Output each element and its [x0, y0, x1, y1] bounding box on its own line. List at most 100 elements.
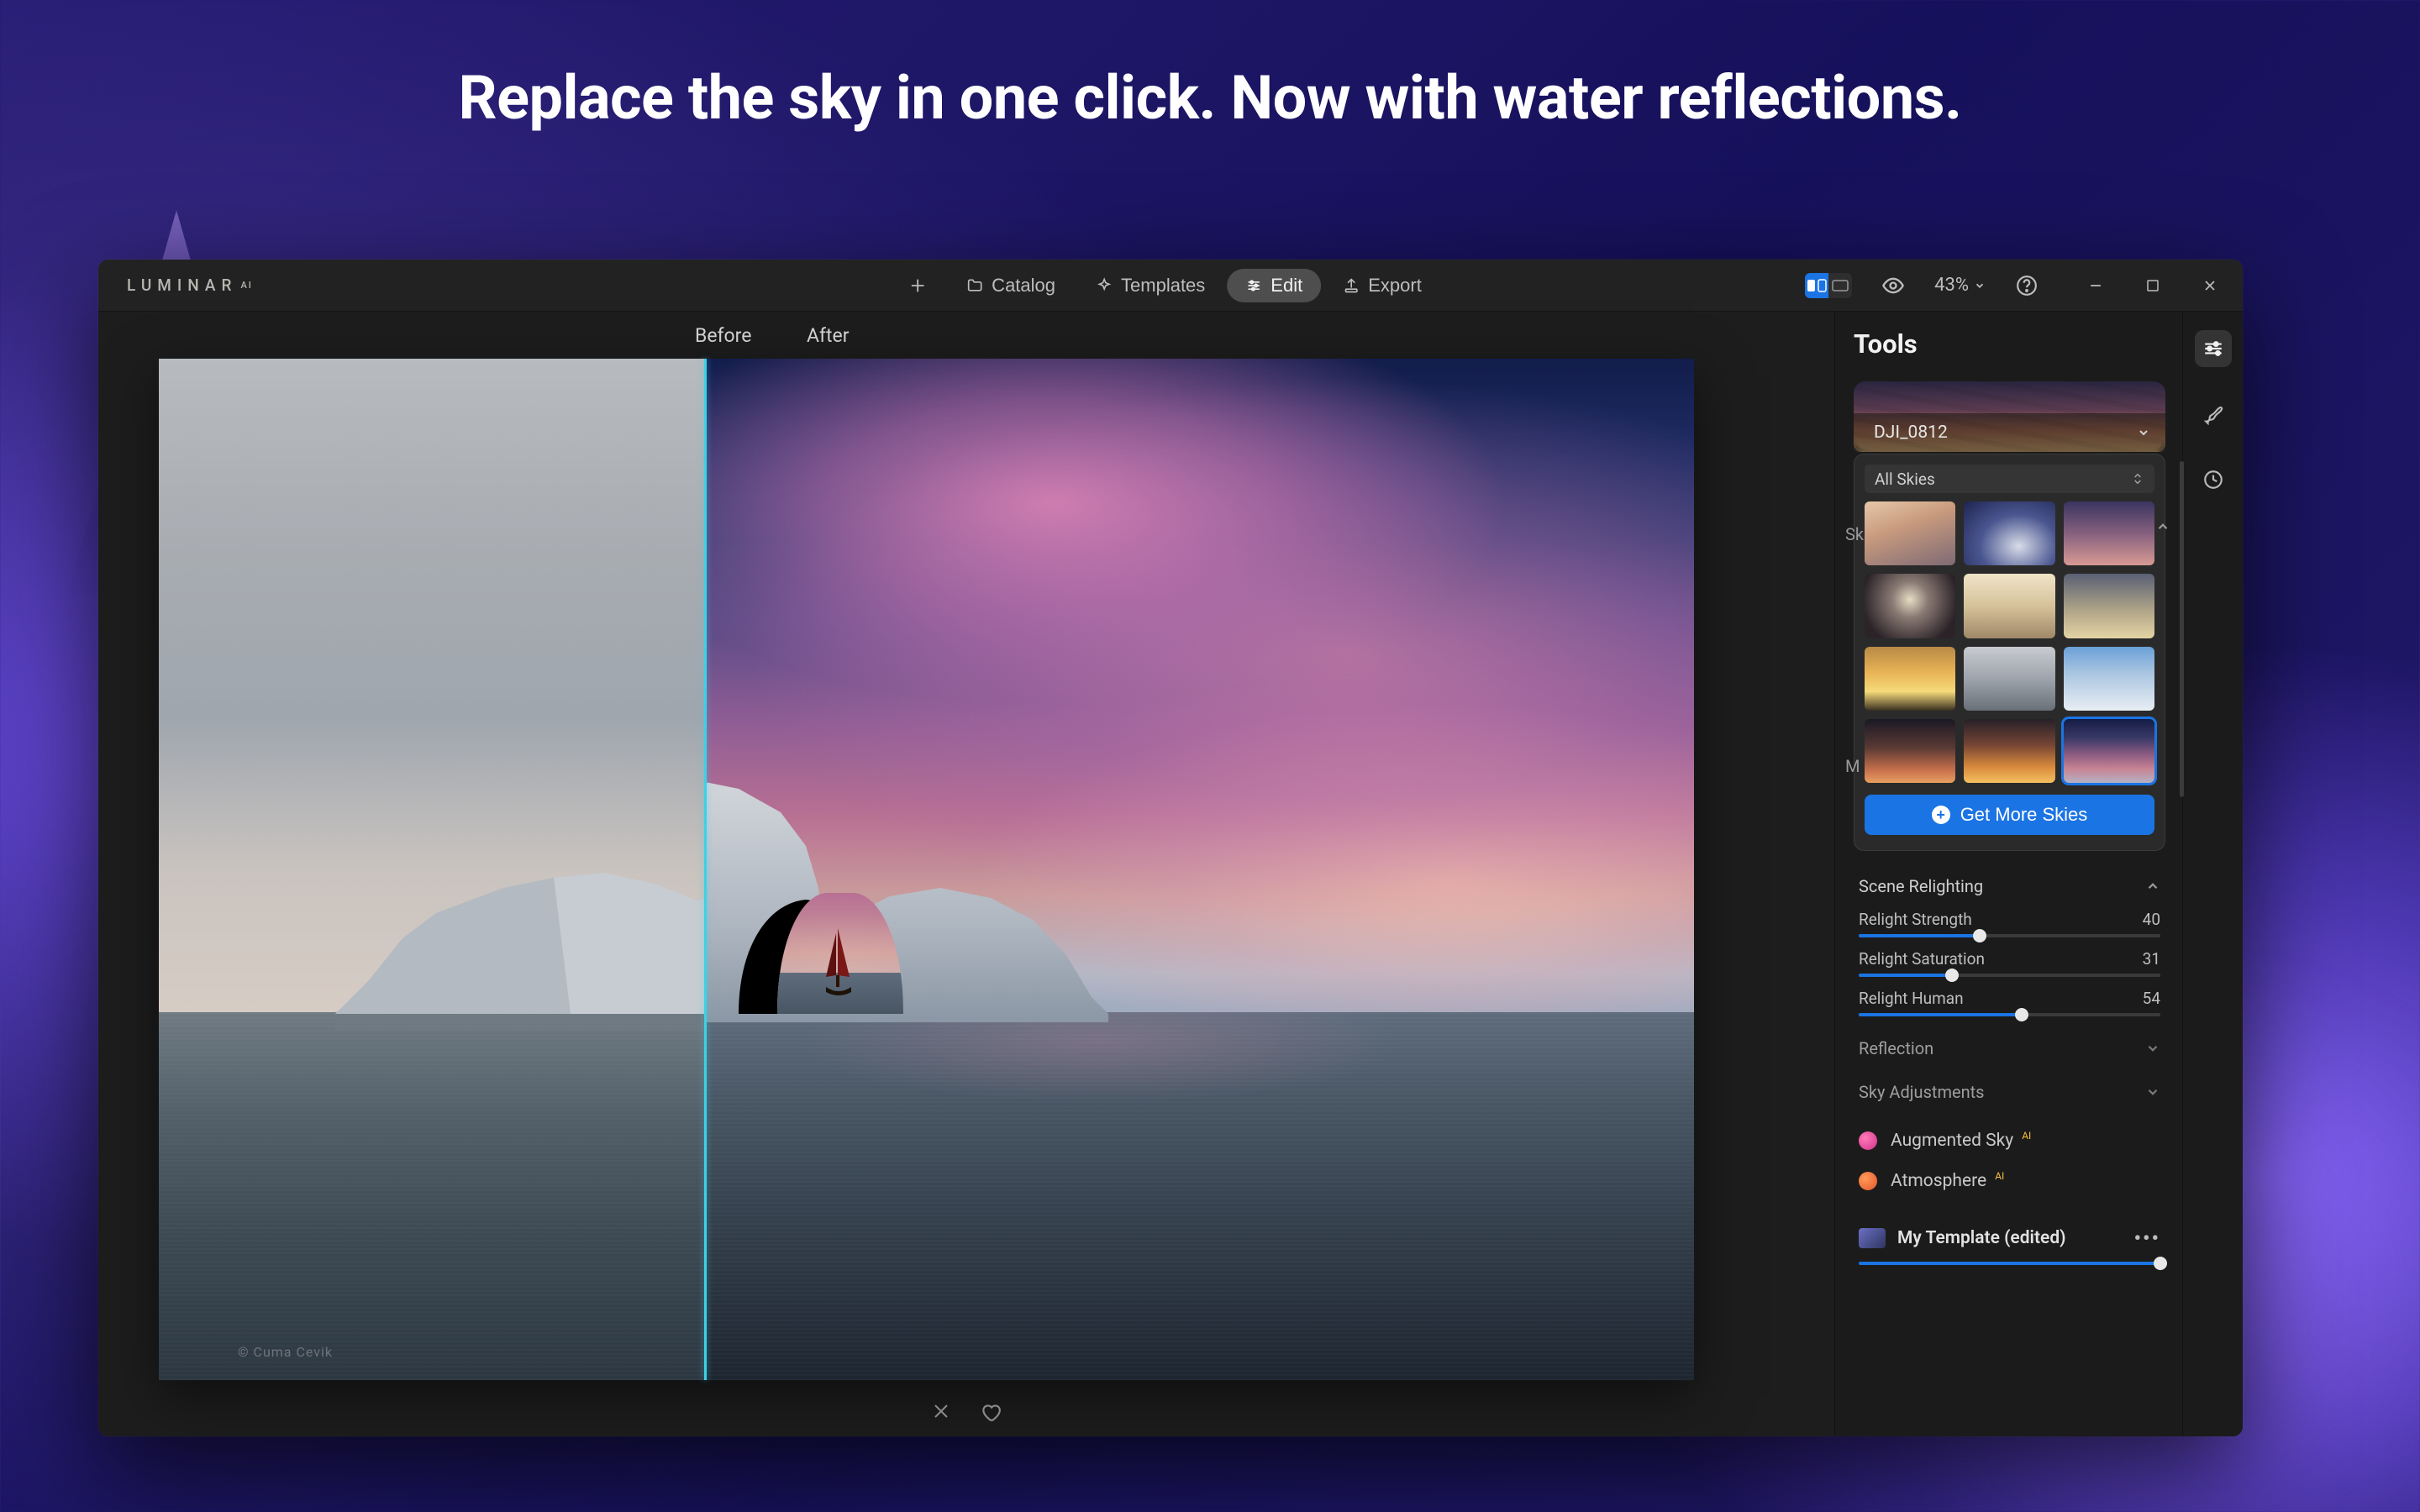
brand-suffix: AI — [241, 280, 253, 291]
close-button[interactable] — [2197, 273, 2223, 298]
sky-thumb-8[interactable] — [1964, 647, 2054, 711]
nav-export[interactable]: Export — [1324, 269, 1440, 302]
main-area: Before After — [98, 312, 2243, 1436]
ai-badge: AI — [1995, 1170, 2004, 1182]
sky-thumb-9[interactable] — [2064, 647, 2154, 711]
tool-atmosphere[interactable]: Atmosphere AI — [1854, 1161, 2165, 1201]
eye-icon — [1881, 274, 1905, 297]
rail-history[interactable] — [2195, 461, 2232, 498]
rail-local-masking[interactable] — [2195, 396, 2232, 433]
minimize-icon — [2087, 277, 2104, 294]
section-reflection[interactable]: Reflection — [1854, 1025, 2165, 1068]
right-icon-rail — [2182, 312, 2243, 1436]
section-sky-adjustments[interactable]: Sky Adjustments — [1854, 1068, 2165, 1112]
slider-thumb[interactable] — [1973, 929, 1986, 942]
tool-augmented-sky[interactable]: Augmented Sky AI — [1854, 1121, 2165, 1161]
nav-edit-label: Edit — [1270, 275, 1302, 297]
slider-relight-human-label: Relight Human — [1859, 989, 1964, 1008]
app-window: LUMINAR AI Catalog Templates Edit Export — [98, 260, 2243, 1436]
right-panel: Tools Sk M DJI_0812 — [1834, 312, 2243, 1436]
sky-category-label: All Skies — [1875, 470, 1935, 489]
watermark: © Cuma Cevik — [238, 1344, 333, 1360]
template-name: My Template (edited) — [1897, 1228, 2066, 1248]
minimize-button[interactable] — [2083, 273, 2108, 298]
sky-picker-popover: All Skies — [1854, 454, 2165, 851]
sky-thumb-7[interactable] — [1865, 647, 1955, 711]
get-more-label: Get More Skies — [1960, 804, 2088, 826]
titlebar-right: 43% — [1805, 273, 2223, 298]
split-handle[interactable] — [704, 359, 707, 1380]
before-label: Before — [695, 324, 751, 347]
canvas-bottom-icons — [931, 1401, 1002, 1428]
folder-icon — [966, 277, 983, 294]
sky-thumb-5[interactable] — [1964, 574, 2054, 638]
nav-templates-label: Templates — [1121, 275, 1205, 297]
chevron-down-icon — [2145, 1041, 2160, 1056]
nav-catalog[interactable]: Catalog — [948, 269, 1074, 302]
sky-thumb-10[interactable] — [1865, 719, 1955, 783]
compare-split-icon — [1805, 273, 1828, 298]
zoom-display[interactable]: 43% — [1934, 275, 1986, 296]
section-label-mask: M — [1845, 756, 1860, 776]
sliders-icon — [2202, 338, 2224, 360]
slider-thumb[interactable] — [2015, 1008, 2028, 1021]
sky-thumb-2[interactable] — [1964, 501, 2054, 565]
chevron-down-icon — [2137, 426, 2150, 439]
zoom-value: 43% — [1934, 275, 1969, 296]
rail-edit-tools[interactable] — [2195, 330, 2232, 367]
section-scene-relighting-label: Scene Relighting — [1859, 876, 1983, 896]
get-more-skies-button[interactable]: + Get More Skies — [1865, 795, 2154, 835]
add-button[interactable] — [901, 269, 934, 302]
section-reflection-label: Reflection — [1859, 1038, 1933, 1058]
slider-relight-saturation-track[interactable] — [1859, 974, 2160, 977]
panel-title: Tools — [1854, 328, 2165, 360]
section-sky-adjustments-label: Sky Adjustments — [1859, 1082, 1985, 1102]
sky-thumb-11[interactable] — [1964, 719, 2054, 783]
sky-thumbnail-grid — [1865, 501, 2154, 783]
brand-text: LUMINAR — [127, 276, 238, 295]
photo-before — [159, 359, 705, 1380]
x-icon — [931, 1401, 951, 1421]
slider-relight-saturation-value: 31 — [2143, 949, 2160, 969]
sky-thumb-6[interactable] — [2064, 574, 2154, 638]
template-row[interactable]: My Template (edited) ••• — [1854, 1220, 2165, 1257]
sky-thumb-1[interactable] — [1865, 501, 1955, 565]
after-label: After — [807, 324, 850, 347]
sky-file-name: DJI_0812 — [1874, 423, 1948, 443]
template-amount-slider[interactable] — [1854, 1262, 2165, 1265]
scrollbar[interactable] — [2180, 461, 2182, 797]
nav-edit[interactable]: Edit — [1227, 269, 1321, 302]
slider-thumb[interactable] — [1945, 969, 1959, 982]
ai-badge: AI — [2022, 1130, 2031, 1142]
chevron-up-icon — [2145, 879, 2160, 894]
sky-select-dropdown[interactable]: DJI_0812 — [1854, 413, 2165, 452]
sky-thumb-4[interactable] — [1865, 574, 1955, 638]
sky-thumb-12[interactable] — [2064, 719, 2154, 783]
sky-category-select[interactable]: All Skies — [1865, 465, 2154, 493]
titlebar: LUMINAR AI Catalog Templates Edit Export — [98, 260, 2243, 312]
slider-relight-human-track[interactable] — [1859, 1013, 2160, 1016]
canvas-column: Before After — [98, 312, 1834, 1436]
slider-thumb[interactable] — [2154, 1257, 2167, 1270]
maximize-button[interactable] — [2140, 273, 2165, 298]
canvas-stage[interactable]: © Cuma Cevik — [98, 359, 1834, 1436]
preview-toggle[interactable] — [1881, 273, 1906, 298]
sky-thumb-3[interactable] — [2064, 501, 2154, 565]
nav-catalog-label: Catalog — [992, 275, 1055, 297]
section-label-sky: Sk — [1845, 524, 1864, 544]
template-menu-button[interactable]: ••• — [2133, 1226, 2160, 1250]
plus-circle-icon: + — [1932, 806, 1950, 824]
sky-section-collapse[interactable] — [2155, 519, 2170, 538]
favorite-button[interactable] — [980, 1401, 1002, 1428]
compare-toggle[interactable] — [1805, 273, 1852, 298]
nav-templates[interactable]: Templates — [1077, 269, 1223, 302]
template-thumbnail — [1859, 1228, 1886, 1248]
section-scene-relighting[interactable]: Scene Relighting — [1854, 863, 2165, 906]
slider-relight-strength-track[interactable] — [1859, 934, 2160, 937]
selected-sky-card: DJI_0812 — [1854, 381, 2165, 452]
reject-button[interactable] — [931, 1401, 951, 1428]
slider-relight-human-value: 54 — [2143, 989, 2160, 1008]
updown-icon — [2131, 472, 2144, 486]
maximize-icon — [2145, 278, 2160, 293]
help-button[interactable] — [2014, 273, 2039, 298]
